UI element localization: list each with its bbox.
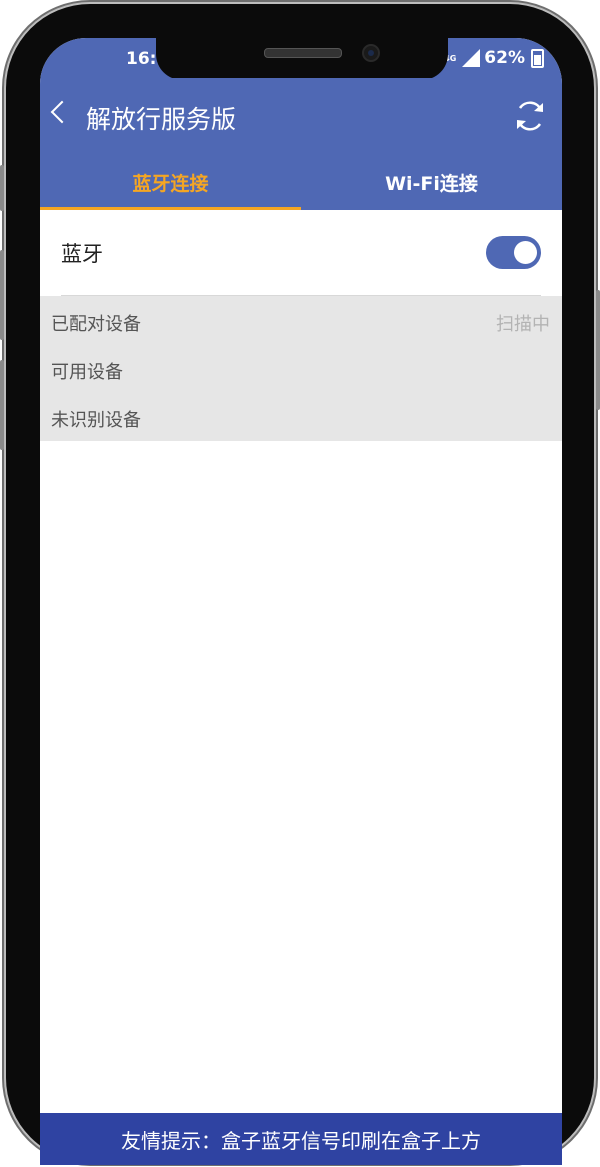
tab-wifi[interactable]: Wi-Fi连接 (301, 154, 562, 210)
tab-wifi-label: Wi-Fi连接 (385, 172, 478, 195)
page-title: 解放行服务版 (86, 105, 237, 134)
phone-screen: 16:5 4G 62% 解放行服务版 蓝牙连接 Wi-Fi连接 蓝牙 已配对设备… (40, 38, 562, 1165)
notch (156, 38, 448, 80)
available-devices-header: 可用设备 (51, 362, 123, 383)
connection-tabs: 蓝牙连接 Wi-Fi连接 (40, 154, 562, 210)
app-bar: 解放行服务版 (40, 78, 562, 154)
scan-status: 扫描中 (496, 314, 550, 335)
footer-tip: 友情提示：盒子蓝牙信号印刷在盒子上方 (121, 1128, 481, 1153)
power-button (596, 290, 600, 410)
bluetooth-row: 蓝牙 (40, 210, 562, 294)
volume-down-button (0, 360, 4, 450)
device-sections: 已配对设备 扫描中 可用设备 未识别设备 (40, 296, 562, 441)
paired-devices-header: 已配对设备 (51, 314, 141, 335)
footer-tip-bar: 友情提示：盒子蓝牙信号印刷在盒子上方 (40, 1113, 562, 1165)
battery-icon (531, 48, 544, 68)
unrecognized-devices-header: 未识别设备 (51, 410, 141, 431)
tab-bluetooth[interactable]: 蓝牙连接 (40, 154, 301, 210)
front-camera (362, 44, 380, 62)
volume-up-button (0, 250, 4, 340)
battery-percent: 62% (484, 48, 525, 68)
refresh-icon[interactable] (512, 98, 548, 134)
speaker-grille (264, 48, 342, 58)
bluetooth-label: 蓝牙 (61, 242, 103, 266)
tab-bluetooth-label: 蓝牙连接 (132, 172, 209, 195)
bluetooth-toggle[interactable] (486, 236, 541, 269)
status-bar: 16:5 4G 62% (40, 38, 562, 80)
signal-icon (462, 49, 481, 67)
toggle-knob (514, 241, 537, 264)
status-indicators: 4G 62% (444, 48, 544, 68)
back-arrow-icon[interactable] (50, 100, 74, 124)
mute-switch (0, 165, 4, 211)
